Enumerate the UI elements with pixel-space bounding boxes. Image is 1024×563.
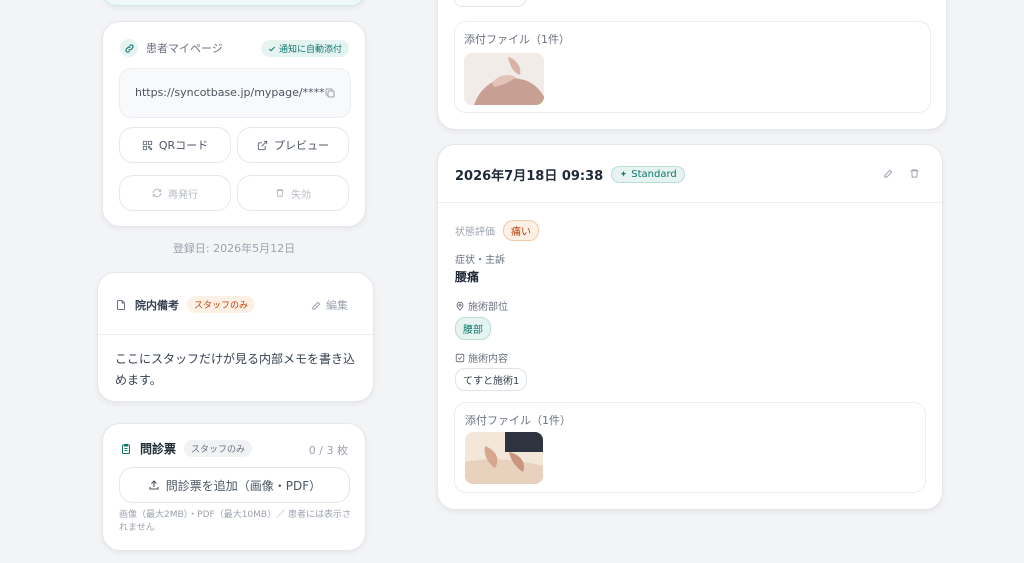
staff-only-badge: スタッフのみ — [187, 296, 256, 313]
attachment-thumbnail[interactable] — [465, 432, 543, 484]
pencil-icon — [311, 300, 322, 311]
memo-body: ここにスタッフだけが見る内部メモを書き込めます。 — [115, 352, 356, 387]
questionnaire-title: 問診票 — [140, 442, 177, 456]
reissue-button[interactable]: 再発行 — [119, 175, 231, 211]
add-questionnaire-button[interactable]: 問診票を追加（画像・PDF） — [119, 467, 350, 503]
copy-icon[interactable] — [324, 87, 336, 99]
link-icon — [120, 39, 138, 57]
attachment-thumbnail[interactable] — [464, 53, 544, 105]
mypage-url: https://syncotbase.jp/mypage/**** — [135, 86, 325, 99]
check-icon — [268, 45, 276, 53]
top-card-remnant — [103, 0, 365, 6]
trash-icon — [275, 188, 285, 198]
memo-title: 院内備考 — [135, 298, 179, 312]
questionnaire-card: 問診票 スタッフのみ 0 / 3 枚 問診票を追加（画像・PDF） 画像（最大2… — [102, 423, 366, 551]
content-label: 施術内容 — [468, 354, 508, 365]
questionnaire-count: 0 / 3 枚 — [308, 444, 348, 457]
invalidate-button[interactable]: 失効 — [237, 175, 349, 211]
memo-edit-button[interactable]: 編集 — [311, 297, 348, 313]
record-card: 2026年7月18日 09:38 Standard 状態評価 痛い 症状・主訴 … — [437, 144, 943, 510]
attachment-title: 添付ファイル（1件） — [465, 414, 571, 427]
preview-button[interactable]: プレビュー — [237, 127, 349, 163]
record-divider — [438, 202, 942, 203]
document-icon — [115, 299, 127, 311]
auto-attach-badge: 通知に自動添付 — [260, 40, 349, 57]
site-label: 施術部位 — [468, 302, 508, 313]
symptom-value: 腰痛 — [455, 270, 480, 284]
delete-icon[interactable] — [909, 168, 920, 179]
site-tag: 腰部 — [455, 317, 491, 340]
partial-pill — [454, 0, 526, 7]
treatment-photo — [465, 432, 543, 484]
sparkle-icon — [619, 170, 628, 179]
staff-only-badge: スタッフのみ — [184, 440, 253, 457]
status-badge: 痛い — [503, 220, 539, 241]
external-link-icon — [257, 140, 268, 151]
edit-icon[interactable] — [883, 168, 894, 179]
qr-code-button[interactable]: QRコード — [119, 127, 231, 163]
plan-badge: Standard — [611, 166, 685, 183]
qr-icon — [142, 140, 153, 151]
checkbox-icon — [455, 353, 465, 363]
upload-icon — [148, 479, 160, 491]
internal-memo-card: 院内備考 スタッフのみ 編集 ここにスタッフだけが見る内部メモを書き込めます。 — [97, 272, 374, 402]
registered-date: 登録日: 2026年5月12日 — [172, 242, 296, 255]
memo-divider — [98, 334, 373, 335]
attachment-title: 添付ファイル（1件） — [464, 33, 570, 46]
status-label: 状態評価 — [455, 227, 495, 238]
attachment-box: 添付ファイル（1件） — [454, 21, 931, 113]
refresh-icon — [152, 188, 162, 198]
patient-mypage-card: 患者マイページ 通知に自動添付 https://syncotbase.jp/my… — [102, 21, 366, 227]
location-pin-icon — [455, 301, 465, 311]
questionnaire-note: 画像（最大2MB）・PDF（最大10MB）／ 患者には表示されません — [119, 510, 351, 533]
record-card-previous: 添付ファイル（1件） — [437, 0, 947, 130]
mypage-title: 患者マイページ — [146, 42, 223, 55]
clipboard-icon — [120, 443, 132, 455]
content-tag: てすと施術1 — [455, 368, 528, 391]
record-datetime: 2026年7月18日 09:38 — [455, 169, 604, 184]
shoulder-photo — [464, 53, 544, 105]
mypage-url-box: https://syncotbase.jp/mypage/**** — [119, 68, 351, 118]
symptom-label: 症状・主訴 — [455, 255, 505, 266]
attachment-box: 添付ファイル（1件） — [454, 402, 926, 493]
